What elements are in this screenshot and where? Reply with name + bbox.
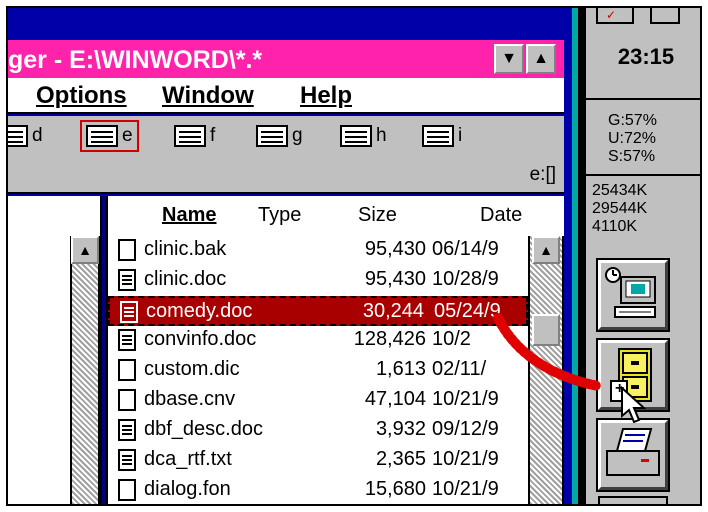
partial-button[interactable]	[598, 496, 668, 504]
column-header-date[interactable]: Date	[480, 204, 522, 227]
tree-scrollbar[interactable]: ▲	[70, 236, 100, 504]
tree-scroll-up-button[interactable]: ▲	[71, 236, 99, 264]
window-title: ger - E:\WINWORD\*.*	[8, 46, 263, 74]
gdi-stat: G:57%	[608, 112, 657, 129]
drive-g-button[interactable]: g	[256, 120, 303, 152]
screen-frame: ger - E:\WINWORD\*.* ▼ ▲ Options Window …	[6, 6, 702, 506]
system-status-panel: ✓ 23:15 G:57% U:72% S:57% 25434K 29544K …	[584, 8, 700, 504]
status-button-top-right[interactable]	[650, 8, 680, 24]
document-file-icon	[120, 301, 138, 323]
memory-total: 25434K	[592, 182, 648, 199]
drive-letter: g	[292, 125, 303, 146]
drag-arrow-icon	[493, 313, 603, 391]
document-file-icon	[118, 329, 136, 351]
drive-icon	[86, 125, 118, 147]
window-titlebar[interactable]: ger - E:\WINWORD\*.* ▼ ▲	[8, 40, 564, 78]
arrow-up-icon: ▲	[539, 242, 553, 258]
drive-bar: d e f g h i e:[]	[8, 116, 564, 194]
column-header-type[interactable]: Type	[258, 204, 301, 227]
drive-icon	[256, 125, 288, 147]
system-stat: S:57%	[608, 148, 656, 165]
blank-file-icon	[118, 479, 136, 501]
drive-f-button[interactable]: f	[174, 120, 215, 152]
directory-tree-pane: ▲	[8, 196, 100, 504]
drive-letter: i	[458, 125, 463, 146]
maximize-button[interactable]: ▲	[526, 44, 556, 74]
file-manager-window: ger - E:\WINWORD\*.* ▼ ▲ Options Window …	[8, 8, 572, 504]
column-header-size[interactable]: Size	[358, 204, 397, 227]
drive-icon	[174, 125, 206, 147]
blank-file-icon	[118, 359, 136, 381]
menu-window[interactable]: Window	[162, 82, 254, 110]
drive-d-button[interactable]: d	[8, 120, 43, 152]
printer-button[interactable]	[598, 420, 668, 490]
drive-letter: f	[210, 125, 216, 146]
pane-splitter[interactable]	[100, 196, 108, 504]
blank-file-icon	[118, 239, 136, 261]
memory-used: 4110K	[592, 218, 638, 235]
minimize-button[interactable]: ▼	[494, 44, 524, 74]
document-file-icon	[118, 269, 136, 291]
divider	[586, 174, 700, 176]
memory-free: 29544K	[592, 200, 648, 217]
file-row[interactable]: dca_rtf.txt 2,365 10/21/9	[108, 446, 528, 476]
divider	[586, 98, 700, 100]
triangle-down-icon: ▼	[501, 50, 517, 67]
current-path: e:[]	[529, 164, 556, 185]
drive-h-button[interactable]: h	[340, 120, 387, 152]
drive-icon	[422, 125, 454, 147]
printer-icon	[606, 428, 660, 476]
drive-e-button[interactable]: e	[80, 120, 139, 152]
drive-letter: d	[32, 125, 43, 146]
column-header-name[interactable]: Name	[162, 204, 216, 227]
document-file-icon	[118, 419, 136, 441]
arrow-up-icon: ▲	[78, 242, 92, 258]
drive-icon	[8, 125, 28, 147]
check-icon: ✓	[606, 8, 617, 22]
file-list-header: Name Type Size Date	[108, 196, 528, 236]
menu-bar: Options Window Help	[8, 78, 564, 114]
mouse-pointer-icon	[621, 386, 646, 424]
drive-i-button[interactable]: i	[422, 120, 462, 152]
scroll-up-button[interactable]: ▲	[532, 236, 560, 264]
drive-letter: h	[376, 125, 387, 146]
drive-icon	[340, 125, 372, 147]
user-stat: U:72%	[608, 130, 657, 147]
status-button-top[interactable]: ✓	[596, 8, 634, 24]
file-row[interactable]: clinic.bak 95,430 06/14/9	[108, 236, 528, 266]
menu-help[interactable]: Help	[300, 82, 352, 110]
triangle-up-icon: ▲	[533, 50, 549, 67]
menu-options[interactable]: Options	[36, 82, 127, 110]
file-row[interactable]: dialog.fon 15,680 10/21/9	[108, 476, 528, 504]
clock: 23:15	[617, 44, 675, 69]
file-row[interactable]: clinic.doc 95,430 10/28/9	[108, 266, 528, 296]
document-file-icon	[118, 449, 136, 471]
blank-file-icon	[118, 389, 136, 411]
drive-letter: e	[122, 125, 133, 146]
